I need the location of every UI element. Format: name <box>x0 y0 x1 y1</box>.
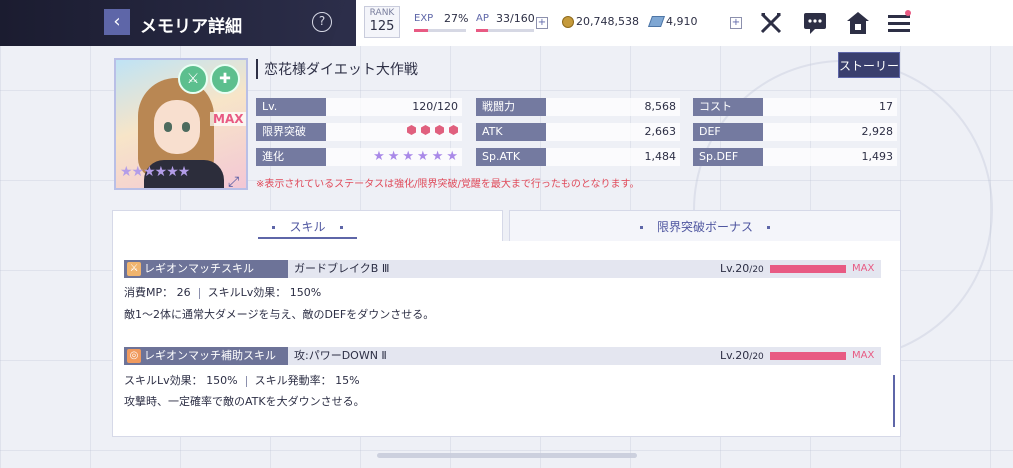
back-button[interactable]: ‹ <box>104 9 130 35</box>
skill-panel-scrollbar[interactable] <box>893 375 895 427</box>
skill-level-bar <box>770 265 846 273</box>
skill-type-label: レギオンマッチ補助スキル <box>144 349 276 362</box>
evolution-star-icon: ★ <box>387 149 400 164</box>
attribute-icon: ⚔ <box>178 64 208 94</box>
character-face <box>154 100 200 154</box>
evolution-star-icon: ★ <box>446 149 458 164</box>
chat-icon[interactable] <box>802 10 828 36</box>
skill-description: 敵1～2体に通常大ダメージを与え、敵のDEFをダウンさせる。 <box>124 308 435 321</box>
home-indicator[interactable] <box>377 453 637 458</box>
skill-max-label: MAX <box>852 263 875 274</box>
crystal-amount: 4,910 <box>666 15 698 28</box>
stat-value-power: 8,568 <box>546 98 680 116</box>
tab-limit-break-label: 限界突破ボーナス <box>626 220 784 234</box>
stat-value-cost: 17 <box>763 98 897 116</box>
stat-label-def: DEF <box>693 123 763 141</box>
stat-label-power: 戦闘力 <box>476 98 546 116</box>
stat-value-atk: 2,663 <box>546 123 680 141</box>
tab-limit-break-bonus[interactable]: 限界突破ボーナス <box>509 210 901 242</box>
battle-icon[interactable] <box>758 10 784 36</box>
stat-label-cost: コスト <box>693 98 763 116</box>
gold-amount: 20,748,538 <box>576 15 639 28</box>
skill-level: Lv.20/20 <box>720 262 764 275</box>
skill-details: 消費MP： 26 スキルLv効果： 150% <box>124 286 322 299</box>
limit-break-gem-icon <box>449 125 458 135</box>
stat-label-sp-atk: Sp.ATK <box>476 148 546 166</box>
skill-header: ⚔ レギオンマッチスキル ガードブレイクB Ⅲ Lv.20/20 MAX <box>124 260 881 278</box>
rank-value: 125 <box>369 19 395 34</box>
home-icon[interactable] <box>845 10 871 36</box>
menu-icon[interactable] <box>886 10 912 36</box>
ap-value: 33/160 <box>496 12 535 25</box>
skill-level-bar <box>770 352 846 360</box>
rarity-stars: ★★★★★★ <box>120 164 190 180</box>
back-icon: ‹ <box>113 11 121 32</box>
evolution-star-icon: ★ <box>431 149 444 164</box>
stat-value-sp-def: 1,493 <box>763 148 897 166</box>
stat-value-def: 2,928 <box>763 123 897 141</box>
skill-name: 攻:パワーDOWN Ⅱ <box>294 349 387 362</box>
card-name: 恋花様ダイエット大作戦 <box>256 59 418 79</box>
crystal-plus-button[interactable]: + <box>730 17 742 29</box>
evolution-star-icon: ★ <box>402 149 415 164</box>
skill-type: ◎ レギオンマッチ補助スキル <box>124 347 288 365</box>
limit-break-gem-icon <box>435 125 444 135</box>
ap-plus-button[interactable]: + <box>536 17 548 29</box>
stat-label-evolution: 進化 <box>256 148 326 166</box>
skill-type: ⚔ レギオンマッチスキル <box>124 260 288 278</box>
max-tag: MAX <box>210 112 246 126</box>
character-eye <box>164 122 172 132</box>
stat-value-lv: 120/120 <box>326 98 462 116</box>
support-skill-icon: ◎ <box>127 349 141 363</box>
rank-badge: RANK 125 <box>364 6 400 38</box>
evolution-star-icon: ★ <box>373 149 385 164</box>
ap-bar-fill <box>476 29 489 32</box>
exp-label: EXP <box>414 13 434 24</box>
skill-level: Lv.20/20 <box>720 349 764 362</box>
skill-max-label: MAX <box>852 350 875 361</box>
ap-bar <box>476 29 534 32</box>
memoria-card-image[interactable]: ⚔ ✚ MAX ★★★★★★ <box>114 58 248 190</box>
stat-value-sp-atk: 1,484 <box>546 148 680 166</box>
stat-label-sp-def: Sp.DEF <box>693 148 763 166</box>
character-eye <box>182 122 190 132</box>
evolution-star-icon: ★ <box>417 149 429 164</box>
help-icon[interactable]: ? <box>312 12 332 32</box>
ap-label: AP <box>476 13 489 24</box>
exp-value: 27% <box>444 12 469 25</box>
stat-label-atk: ATK <box>476 123 546 141</box>
rank-label: RANK <box>369 8 395 18</box>
limit-break-gems <box>326 123 462 141</box>
gold-coin-icon <box>562 16 574 28</box>
stat-label-limit-break: 限界突破 <box>256 123 326 141</box>
tab-skill[interactable]: スキル <box>112 210 503 242</box>
skill-header: ◎ レギオンマッチ補助スキル 攻:パワーDOWN Ⅱ Lv.20/20 MAX <box>124 347 881 365</box>
evolution-stars: ★ ★ ★ ★ ★ ★ <box>326 148 462 166</box>
limit-break-gem-icon <box>421 125 430 135</box>
exp-bar-fill <box>414 29 429 32</box>
tab-skill-label: スキル <box>258 220 357 239</box>
skill-description: 攻撃時、一定確率で敵のATKを大ダウンさせる。 <box>124 395 365 408</box>
support-attribute-icon: ✚ <box>210 64 240 94</box>
expand-icon[interactable]: ⤢ <box>228 174 244 190</box>
exp-bar <box>414 29 466 32</box>
legion-skill-icon: ⚔ <box>127 262 141 276</box>
status-note: ※表示されているステータスは強化/限界突破/覚醒を最大まで行ったものとなります。 <box>256 179 640 190</box>
limit-break-gem-icon <box>407 125 416 135</box>
skill-name: ガードブレイクB Ⅲ <box>294 262 390 275</box>
skill-type-label: レギオンマッチスキル <box>144 262 254 275</box>
skill-details: スキルLv効果： 150% スキル発動率： 15% <box>124 374 360 387</box>
story-button[interactable]: ストーリー <box>838 52 900 78</box>
stat-label-lv: Lv. <box>256 98 326 116</box>
page-title: メモリア詳細 <box>140 17 242 37</box>
